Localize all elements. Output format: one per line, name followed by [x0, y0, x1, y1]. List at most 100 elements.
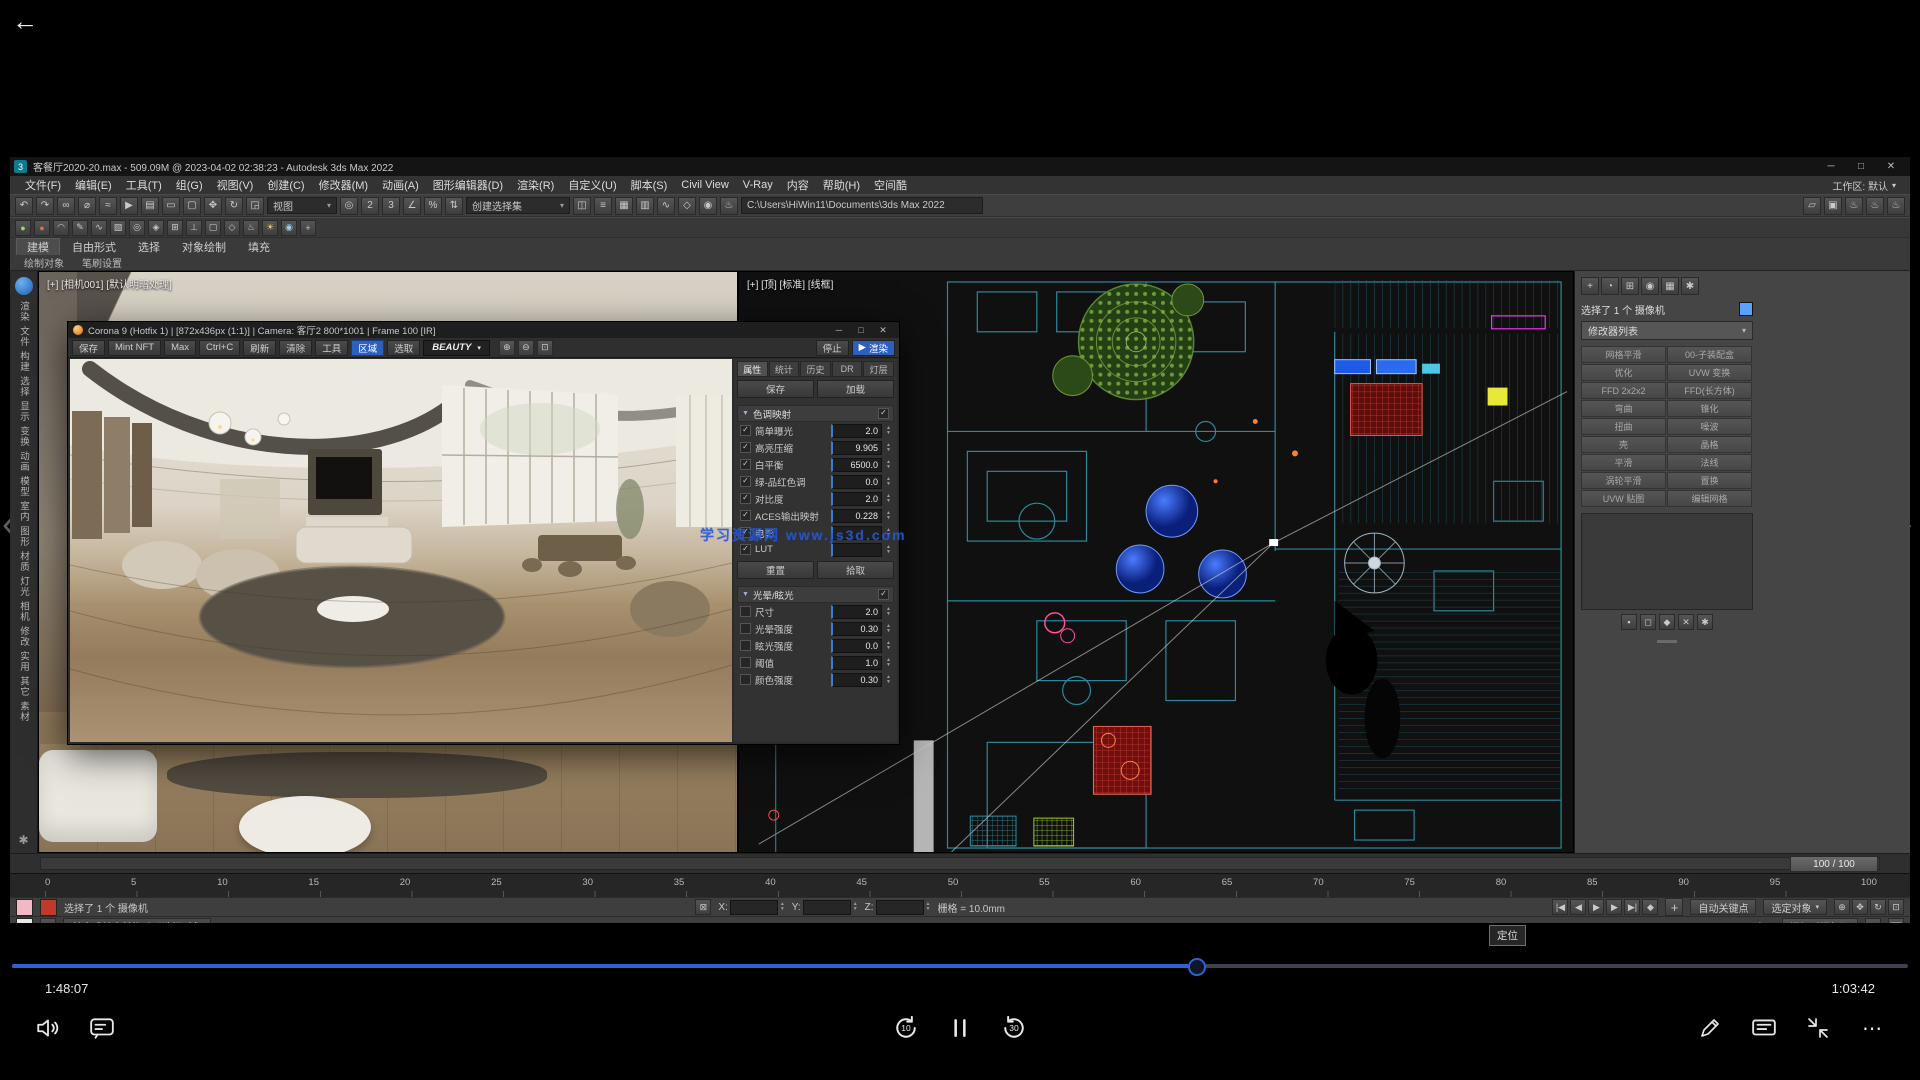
- maximize-button[interactable]: □: [1846, 161, 1876, 172]
- remove-modifier-icon[interactable]: ✕: [1678, 614, 1694, 630]
- note-pencil-icon[interactable]: [1696, 1014, 1724, 1042]
- paint-deform-icon[interactable]: ●: [15, 220, 31, 236]
- ribbon-tab[interactable]: 对象绘制: [172, 239, 236, 255]
- select-and-scale-icon[interactable]: ◲: [246, 197, 264, 215]
- parameter-value[interactable]: 2.0: [831, 605, 882, 619]
- corona-toolbar-button[interactable]: Ctrl+C: [199, 340, 240, 356]
- modifier-button[interactable]: 置换: [1667, 472, 1752, 489]
- menu-item[interactable]: 脚本(S): [624, 177, 675, 193]
- ribbon-panel-label[interactable]: 笔刷设置: [82, 255, 122, 270]
- menu-item[interactable]: 内容: [780, 177, 816, 193]
- maxscript-mini-listener[interactable]: [16, 918, 33, 924]
- menu-item[interactable]: 自定义(U): [561, 177, 623, 193]
- pick-button[interactable]: 拾取: [817, 561, 894, 579]
- render-setup-icon[interactable]: ♨: [720, 197, 738, 215]
- sidebar-tab[interactable]: 素材: [18, 701, 29, 722]
- toggle-ribbon-icon[interactable]: ▥: [636, 197, 654, 215]
- rectangular-region-icon[interactable]: ▭: [162, 197, 180, 215]
- layer-manager-icon[interactable]: ▦: [615, 197, 633, 215]
- modifier-button[interactable]: 噪波: [1667, 418, 1752, 435]
- auto-key-button[interactable]: 自动关键点: [1690, 899, 1756, 915]
- parameter-checkbox[interactable]: ✓: [740, 442, 751, 453]
- snap-3d-icon[interactable]: 3: [382, 197, 400, 215]
- spinner-snap-icon[interactable]: ⇅: [445, 197, 463, 215]
- parameter-value[interactable]: 9.905: [831, 441, 882, 455]
- reference-coordinate-dropdown[interactable]: 视图▾: [267, 197, 337, 214]
- sidebar-tab[interactable]: 显示: [18, 401, 29, 422]
- time-slider-handle[interactable]: 100 / 100: [1790, 856, 1878, 872]
- redo-icon[interactable]: ↷: [36, 197, 54, 215]
- time-slider[interactable]: 100 / 100: [10, 853, 1910, 873]
- menu-item[interactable]: 空间酷: [867, 177, 914, 193]
- sidebar-tab[interactable]: 渲染: [18, 301, 29, 322]
- rewind-10-button[interactable]: 10: [892, 1014, 920, 1042]
- modifier-button[interactable]: UVW 变换: [1667, 364, 1752, 381]
- corona-tab[interactable]: 历史: [800, 361, 831, 377]
- corona-toolbar-button[interactable]: 清除: [279, 340, 312, 356]
- bloom-glare-section[interactable]: ▼光晕/眩光 ✓: [737, 586, 894, 603]
- spinner-arrows[interactable]: ▲▼: [886, 443, 891, 453]
- corona-minimize-button[interactable]: ─: [828, 325, 850, 336]
- teapot-icon[interactable]: ♨: [243, 220, 259, 236]
- parameter-value[interactable]: 0.228: [831, 509, 882, 523]
- sidebar-tab[interactable]: 材质: [18, 551, 29, 572]
- coordinate-field[interactable]: Y: ▲▼: [792, 900, 858, 915]
- spinner-arrows[interactable]: ▲▼: [886, 460, 891, 470]
- start-render-button[interactable]: ▶ 渲染: [852, 340, 895, 356]
- spinner-arrows[interactable]: ▲▼: [886, 545, 891, 555]
- modifier-button[interactable]: 扭曲: [1581, 418, 1666, 435]
- menu-item[interactable]: 动画(A): [375, 177, 426, 193]
- spinner-arrows[interactable]: ▲▼: [886, 607, 891, 617]
- parameter-value[interactable]: 0.30: [831, 622, 882, 636]
- corona-toolbar-button[interactable]: 保存: [72, 340, 105, 356]
- schematic-view-icon[interactable]: ◇: [678, 197, 696, 215]
- show-end-result-icon[interactable]: ◻: [1640, 614, 1656, 630]
- sidebar-tab[interactable]: 选择: [18, 376, 29, 397]
- configure-modifier-sets-icon[interactable]: ✱: [1697, 614, 1713, 630]
- parameter-checkbox[interactable]: [740, 640, 751, 651]
- minimize-button[interactable]: ─: [1816, 161, 1846, 172]
- conform-brush-icon[interactable]: ◠: [53, 220, 69, 236]
- parameter-checkbox[interactable]: ✓: [740, 425, 751, 436]
- add-time-tag-button[interactable]: 添加时间标记: [1782, 918, 1858, 923]
- keyboard-shortcut-icon[interactable]: ⌨: [1888, 918, 1904, 923]
- menu-item[interactable]: 视图(V): [210, 177, 261, 193]
- object-color-swatch[interactable]: [1739, 302, 1753, 316]
- container-icon[interactable]: ▢: [205, 220, 221, 236]
- modifier-button[interactable]: FFD(长方体): [1667, 382, 1752, 399]
- select-and-link-icon[interactable]: ∞: [57, 197, 75, 215]
- previous-frame-icon[interactable]: ◀: [1570, 899, 1586, 915]
- parameter-value[interactable]: 6500.0: [831, 458, 882, 472]
- parameter-value[interactable]: 0.0: [831, 639, 882, 653]
- modifier-button[interactable]: 编辑网格: [1667, 490, 1752, 507]
- maximize-viewport-icon[interactable]: ⊡: [1888, 899, 1904, 915]
- set-key-icon[interactable]: ◆: [1642, 899, 1658, 915]
- tone-mapping-section[interactable]: ▼色调映射 ✓: [737, 405, 894, 422]
- danmaku-settings-icon[interactable]: [1750, 1014, 1778, 1042]
- camera-icon[interactable]: ◉: [281, 220, 297, 236]
- sidebar-tab[interactable]: 实用: [18, 651, 29, 672]
- project-folder-field[interactable]: C:\Users\HiWin11\Documents\3ds Max 2022: [741, 197, 983, 214]
- corona-tab[interactable]: 属性: [737, 361, 768, 377]
- box-primitive-icon[interactable]: ▧: [110, 220, 126, 236]
- reset-button[interactable]: 重置: [737, 561, 814, 579]
- modifier-button[interactable]: 锥化: [1667, 400, 1752, 417]
- ribbon-tab[interactable]: 自由形式: [62, 239, 126, 255]
- corona-tab[interactable]: 统计: [769, 361, 800, 377]
- parameter-checkbox[interactable]: [740, 606, 751, 617]
- select-and-move-icon[interactable]: ✥: [204, 197, 222, 215]
- modifier-stack[interactable]: [1581, 513, 1753, 610]
- go-to-end-icon[interactable]: ▶|: [1624, 899, 1640, 915]
- menu-item[interactable]: 文件(F): [18, 177, 68, 193]
- sidebar-tab[interactable]: 动画: [18, 451, 29, 472]
- progress-knob[interactable]: [1188, 958, 1206, 976]
- modifier-button[interactable]: 弯曲: [1581, 400, 1666, 417]
- grid-helper-icon[interactable]: ⊞: [167, 220, 183, 236]
- create-tab-icon[interactable]: +: [1581, 277, 1599, 295]
- use-pivot-center-icon[interactable]: ◎: [340, 197, 358, 215]
- modifier-button[interactable]: UVW 贴图: [1581, 490, 1666, 507]
- corona-toolbar-button[interactable]: 刷新: [243, 340, 276, 356]
- bind-to-spacewarp-icon[interactable]: ≈: [99, 197, 117, 215]
- menu-item[interactable]: 渲染(R): [510, 177, 561, 193]
- orbit-icon[interactable]: ↻: [1870, 899, 1886, 915]
